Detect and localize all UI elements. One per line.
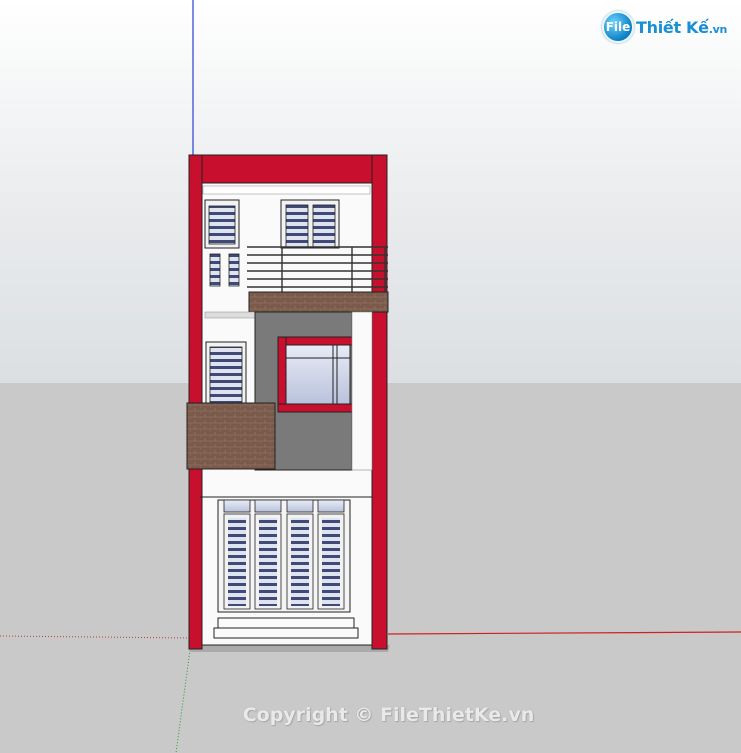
entry-steps xyxy=(213,617,359,639)
house-model-scene xyxy=(0,0,741,753)
copyright-text: Copyright © FileThietKe.vn xyxy=(242,704,535,726)
red-axis-dotted xyxy=(0,635,191,639)
logo-text: Thiết Kế.vn xyxy=(636,18,727,37)
logo-name: Thiết Kế xyxy=(636,17,709,37)
balcony-brick-slab xyxy=(248,291,389,313)
brick-planter-box xyxy=(186,402,276,470)
ground-shadow xyxy=(188,645,390,652)
logo-mark-text: File xyxy=(605,20,631,34)
green-axis-dotted xyxy=(175,649,191,753)
logo-badge-icon: File xyxy=(602,11,634,43)
red-axis xyxy=(387,631,741,635)
copyright-watermark: Copyright © FileThietKe.vn xyxy=(0,704,741,726)
site-logo: File Thiết Kế.vn xyxy=(602,11,727,43)
door-louvered-right xyxy=(312,204,336,248)
door-louvered-left xyxy=(285,204,309,248)
feature-window xyxy=(277,336,355,413)
window-louvered xyxy=(208,205,236,245)
logo-domain: .vn xyxy=(708,22,728,36)
side-door-louvered xyxy=(209,346,243,405)
